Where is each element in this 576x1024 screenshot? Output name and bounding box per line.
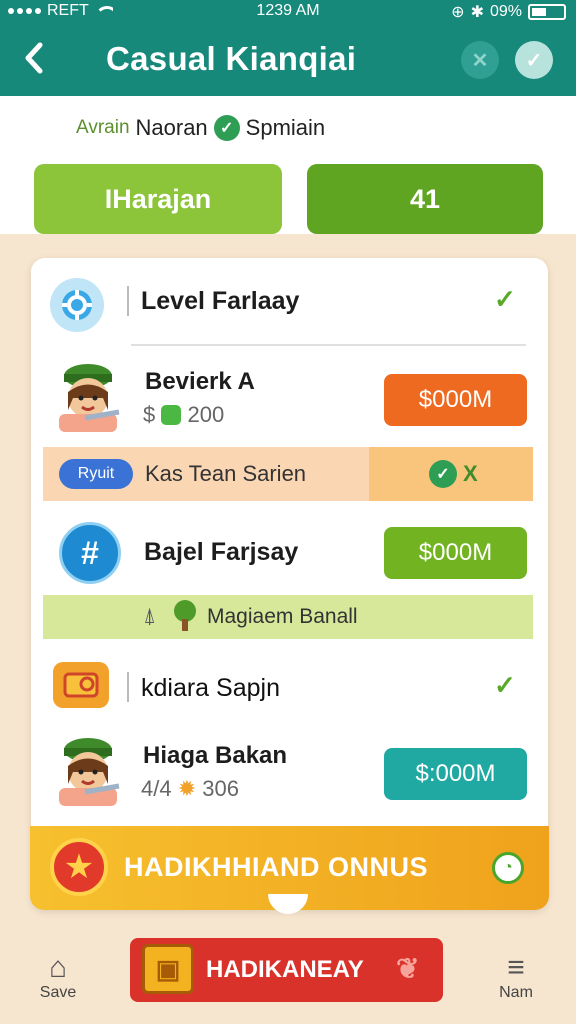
gear-icon <box>50 278 104 332</box>
check-icon: ✓ <box>494 670 516 700</box>
ticket-icon <box>53 662 109 708</box>
status-bar: REFT 1239 AM ⊕ ✱ 09% <box>0 0 576 24</box>
section-title-bajel: Bajel Farjsay <box>144 538 299 566</box>
close-button[interactable]: ✕ <box>461 41 499 79</box>
score-prefix: 4/4 <box>141 776 172 801</box>
price-button[interactable]: $000M <box>384 374 527 426</box>
confirm-button[interactable]: ✓ <box>515 41 553 79</box>
strip-text: Magiaem Banall <box>207 605 358 628</box>
avatar <box>55 736 121 808</box>
bottom-nav: ⌂ Save ▣ HADIKANEAY ❦ ≡ Nam <box>0 924 576 1024</box>
strip-text: Kas Tean Sarien <box>145 461 307 486</box>
menu-icon: ≡ <box>507 951 525 984</box>
check-icon: ✓ <box>494 284 516 314</box>
count-pill-button[interactable]: 41 <box>307 164 543 234</box>
leaderboard-card: Level Farlaay ✓ Bevierk A $ 200 $000M Ry… <box>31 258 548 910</box>
banner-notch <box>268 894 308 914</box>
battery-percent: 09% <box>489 3 522 20</box>
accept-button[interactable]: ✓ <box>429 460 457 488</box>
user-name: Naoran <box>135 115 208 140</box>
star-icon: ✹ <box>177 776 197 801</box>
player-score: $ 200 <box>143 402 224 428</box>
main-action-button[interactable]: ▣ HADIKANEAY ❦ <box>130 938 443 1002</box>
price-button[interactable]: $:000M <box>384 748 527 800</box>
user-label: Avrain <box>76 117 130 138</box>
score-value: 306 <box>202 776 239 801</box>
team-badge[interactable]: Ryuit <box>59 459 133 489</box>
main-action-label: HADIKANEAY <box>206 956 364 983</box>
score-prefix: $ <box>143 402 156 427</box>
gem-icon <box>161 405 182 425</box>
nav-label: Nam <box>499 984 533 1001</box>
page-title: Casual Kianqiai <box>106 40 357 77</box>
user-status: Spmiain <box>245 115 326 140</box>
gift-box-icon: ▣ <box>142 944 194 994</box>
back-button[interactable] <box>20 40 56 80</box>
user-bar: Avrain Naoran ✓ Spmiain IHarajan 41 <box>0 96 576 234</box>
divider <box>131 344 526 346</box>
divider <box>127 286 129 316</box>
avatar <box>55 362 121 434</box>
timer-icon: ◔ <box>492 852 524 884</box>
player-score: 4/4 ✹ 306 <box>141 776 239 802</box>
price-button[interactable]: $000M <box>384 527 527 579</box>
hashtag-icon: # <box>59 522 121 584</box>
green-strip: ⍋ Magiaem Banall <box>43 595 533 639</box>
bonus-label: HADIKHHIAND ONNUS <box>124 852 428 882</box>
star-icon: ★ <box>50 838 108 896</box>
leaf-icon: ❦ <box>396 953 420 984</box>
nav-menu[interactable]: ≡ Nam <box>486 952 546 1002</box>
app-header: Casual Kianqiai ✕ ✓ <box>0 24 576 96</box>
battery-icon <box>528 4 566 20</box>
orange-strip: Ryuit Kas Tean Sarien ✓ X <box>43 447 533 501</box>
rocket-icon: ⍋ <box>143 603 157 628</box>
chevron-left-icon <box>25 42 43 74</box>
verified-icon: ✓ <box>213 115 240 141</box>
tree-icon <box>174 600 196 631</box>
score-value: 200 <box>187 402 225 427</box>
check-icon: ✓ <box>525 49 543 72</box>
bluetooth-icon: ✱ <box>470 4 484 21</box>
section-title-kdiara: kdiara Sapjn <box>141 674 280 702</box>
section-title-level: Level Farlaay <box>141 287 300 315</box>
nav-label: Save <box>39 984 77 1001</box>
divider <box>127 672 129 702</box>
player-name: Hiaga Bakan <box>143 742 288 769</box>
reject-button[interactable]: X <box>463 461 478 487</box>
name-pill-button[interactable]: IHarajan <box>34 164 282 234</box>
alarm-icon: ⊕ <box>451 4 465 21</box>
close-icon: ✕ <box>471 49 489 72</box>
player-name: Bevierk A <box>145 368 255 395</box>
nav-save[interactable]: ⌂ Save <box>28 952 88 1002</box>
home-icon: ⌂ <box>48 951 68 984</box>
user-row: Avrain Naoran ✓ Spmiain <box>76 115 325 141</box>
